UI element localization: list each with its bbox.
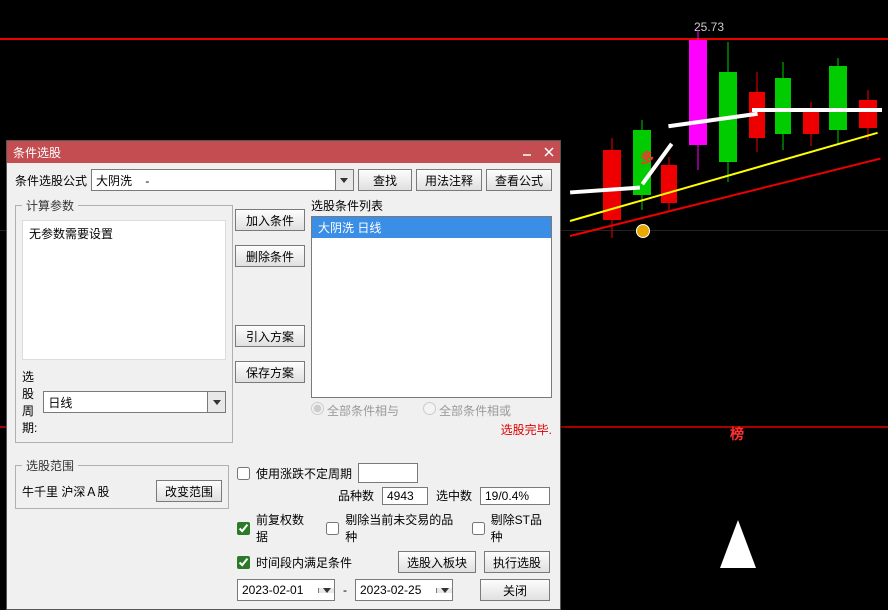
price-label: 25.73 bbox=[694, 20, 724, 34]
condition-item[interactable]: 大阴洗 日线 bbox=[312, 217, 551, 238]
save-plan-button[interactable]: 保存方案 bbox=[235, 361, 305, 383]
import-plan-button[interactable]: 引入方案 bbox=[235, 325, 305, 347]
rank-mark: 榜 bbox=[730, 424, 744, 444]
exclude-nontrade-checkbox[interactable] bbox=[326, 522, 339, 535]
exclude-st-label: 剔除ST品种 bbox=[491, 511, 550, 545]
params-list[interactable]: 无参数需要设置 bbox=[22, 220, 226, 360]
status-text: 选股完毕. bbox=[311, 421, 552, 438]
radio-and[interactable]: 全部条件相与 bbox=[311, 402, 399, 419]
chevron-down-icon[interactable] bbox=[436, 588, 452, 593]
date-from-box[interactable] bbox=[237, 579, 335, 601]
delete-condition-button[interactable]: 删除条件 bbox=[235, 245, 305, 267]
calc-params-legend: 计算参数 bbox=[22, 197, 78, 214]
period-combo[interactable] bbox=[43, 391, 226, 413]
time-match-label: 时间段内满足条件 bbox=[256, 554, 352, 571]
view-formula-button[interactable]: 查看公式 bbox=[486, 169, 552, 191]
condition-list-label: 选股条件列表 bbox=[311, 197, 552, 214]
formula-combo[interactable] bbox=[91, 169, 354, 191]
hit-label: 选中数 bbox=[436, 487, 472, 505]
no-params-text: 无参数需要设置 bbox=[29, 227, 113, 241]
count-label: 品种数 bbox=[338, 487, 374, 505]
range-fieldset: 选股范围 牛千里 沪深Ａ股 改变范围 bbox=[15, 457, 229, 509]
range-value: 牛千里 沪深Ａ股 bbox=[22, 483, 109, 500]
exclude-st-checkbox[interactable] bbox=[472, 522, 485, 535]
exclude-nontrade-label: 剔除当前未交易的品种 bbox=[345, 511, 457, 545]
chevron-down-icon[interactable] bbox=[207, 392, 225, 412]
title-bar[interactable]: 条件选股 bbox=[7, 141, 560, 163]
close-button[interactable] bbox=[538, 141, 560, 163]
variable-period-input[interactable] bbox=[358, 463, 418, 483]
radio-or[interactable]: 全部条件相或 bbox=[423, 402, 511, 419]
count-value: 4943 bbox=[382, 487, 428, 505]
add-condition-button[interactable]: 加入条件 bbox=[235, 209, 305, 231]
minimize-button[interactable] bbox=[516, 141, 538, 163]
multi-mark: 多 bbox=[640, 148, 654, 168]
condition-list[interactable]: 大阴洗 日线 bbox=[311, 216, 552, 398]
hit-value: 19/0.4% bbox=[480, 487, 550, 505]
dialog-title: 条件选股 bbox=[13, 144, 516, 161]
chevron-down-icon[interactable] bbox=[318, 588, 334, 593]
usage-button[interactable]: 用法注释 bbox=[416, 169, 482, 191]
formula-input[interactable] bbox=[92, 170, 335, 190]
calc-params-fieldset: 计算参数 无参数需要设置 选股周期: bbox=[15, 197, 233, 443]
chevron-down-icon[interactable] bbox=[335, 170, 353, 190]
range-legend: 选股范围 bbox=[22, 457, 78, 474]
stock-filter-dialog: 条件选股 条件选股公式 查找 用法注释 查看公式 计算参数 无参数需要设置 bbox=[6, 140, 561, 610]
period-input[interactable] bbox=[44, 392, 207, 412]
preadj-label: 前复权数据 bbox=[256, 511, 312, 545]
period-label: 选股周期: bbox=[22, 368, 37, 436]
date-to-box[interactable] bbox=[355, 579, 453, 601]
date-separator: - bbox=[343, 583, 347, 597]
preadj-checkbox[interactable] bbox=[237, 522, 250, 535]
date-from-input[interactable] bbox=[238, 583, 318, 597]
formula-label: 条件选股公式 bbox=[15, 172, 87, 189]
use-variable-period-label: 使用涨跌不定周期 bbox=[256, 465, 352, 482]
date-to-input[interactable] bbox=[356, 583, 436, 597]
change-range-button[interactable]: 改变范围 bbox=[156, 480, 222, 502]
find-button[interactable]: 查找 bbox=[358, 169, 412, 191]
use-variable-period-checkbox[interactable] bbox=[237, 467, 250, 480]
time-match-checkbox[interactable] bbox=[237, 556, 250, 569]
close-dialog-button[interactable]: 关闭 bbox=[480, 579, 550, 601]
